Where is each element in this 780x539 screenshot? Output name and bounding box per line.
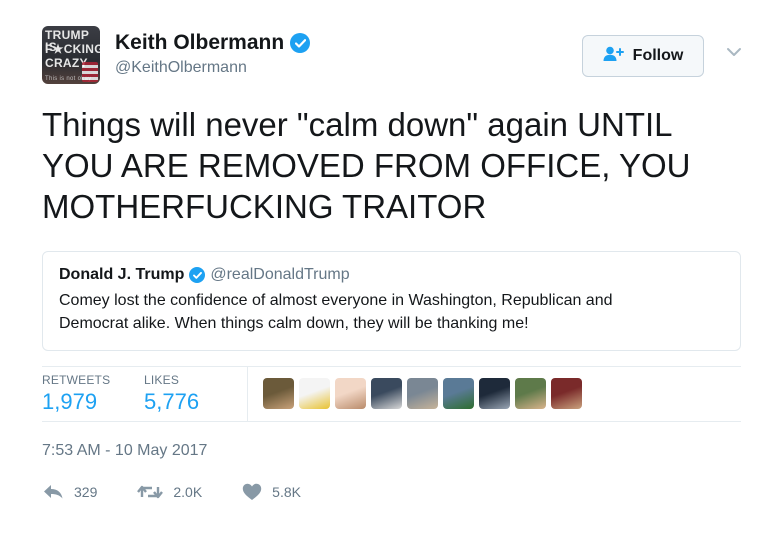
follow-label: Follow (632, 47, 684, 64)
liker-avatar[interactable] (335, 378, 366, 409)
liker-avatar[interactable] (371, 378, 402, 409)
liker-avatar[interactable] (407, 378, 438, 409)
like-button[interactable]: 5.8K (242, 483, 301, 501)
liker-avatar[interactable] (515, 378, 546, 409)
divider (42, 421, 741, 422)
retweet-icon (137, 483, 164, 501)
reply-icon (42, 484, 64, 500)
chevron-down-icon[interactable] (724, 44, 744, 60)
likes-stat[interactable]: LIKES 5,776 (144, 373, 199, 415)
liker-avatar[interactable] (479, 378, 510, 409)
author-name[interactable]: Keith Olbermann (115, 31, 284, 55)
heart-icon (242, 483, 262, 501)
liker-avatar[interactable] (443, 378, 474, 409)
retweets-value: 1,979 (42, 389, 98, 414)
like-count: 5.8K (272, 484, 301, 500)
author-name-row[interactable]: Keith Olbermann (115, 31, 311, 55)
quoted-author-handle: @realDonaldTrump (210, 266, 350, 283)
likes-value: 5,776 (144, 389, 200, 414)
avatar-flag (82, 62, 98, 82)
quoted-tweet-header: Donald J. Trump @realDonaldTrump (59, 266, 724, 284)
follow-button[interactable]: Follow (582, 35, 704, 77)
follow-user-icon (603, 46, 625, 67)
divider (247, 366, 248, 421)
retweets-label: RETWEETS (42, 373, 111, 387)
reply-count: 329 (74, 484, 98, 500)
divider (42, 366, 741, 367)
liker-avatar[interactable] (299, 378, 330, 409)
tweet-timestamp[interactable]: 7:53 AM - 10 May 2017 (42, 442, 207, 460)
reply-button[interactable]: 329 (42, 484, 97, 500)
author-handle[interactable]: @KeithOlbermann (115, 59, 247, 77)
liker-avatar[interactable] (551, 378, 582, 409)
liker-avatars (263, 378, 582, 409)
tweet-text: Things will never "calm down" again UNTI… (42, 106, 691, 225)
quoted-author-name: Donald J. Trump (59, 266, 185, 283)
tweet-card: TRUMP IS F★CKING CRAZY This is not okay … (0, 0, 780, 539)
retweets-stat[interactable]: RETWEETS 1,979 (42, 373, 110, 415)
author-avatar[interactable]: TRUMP IS F★CKING CRAZY This is not okay (42, 26, 100, 84)
avatar-text-line-2: F★CKING (45, 42, 100, 56)
likes-label: LIKES (144, 373, 180, 387)
quoted-tweet[interactable]: Donald J. Trump @realDonaldTrump Comey l… (42, 251, 741, 351)
retweet-count: 2.0K (173, 484, 203, 500)
verified-badge-icon (189, 267, 206, 283)
verified-badge-icon (290, 33, 311, 53)
liker-avatar[interactable] (263, 378, 294, 409)
tweet-actions: 329 2.0K 5.8K (42, 483, 301, 501)
quoted-tweet-text: Comey lost the confidence of almost ever… (59, 292, 613, 332)
retweet-button[interactable]: 2.0K (137, 483, 202, 501)
